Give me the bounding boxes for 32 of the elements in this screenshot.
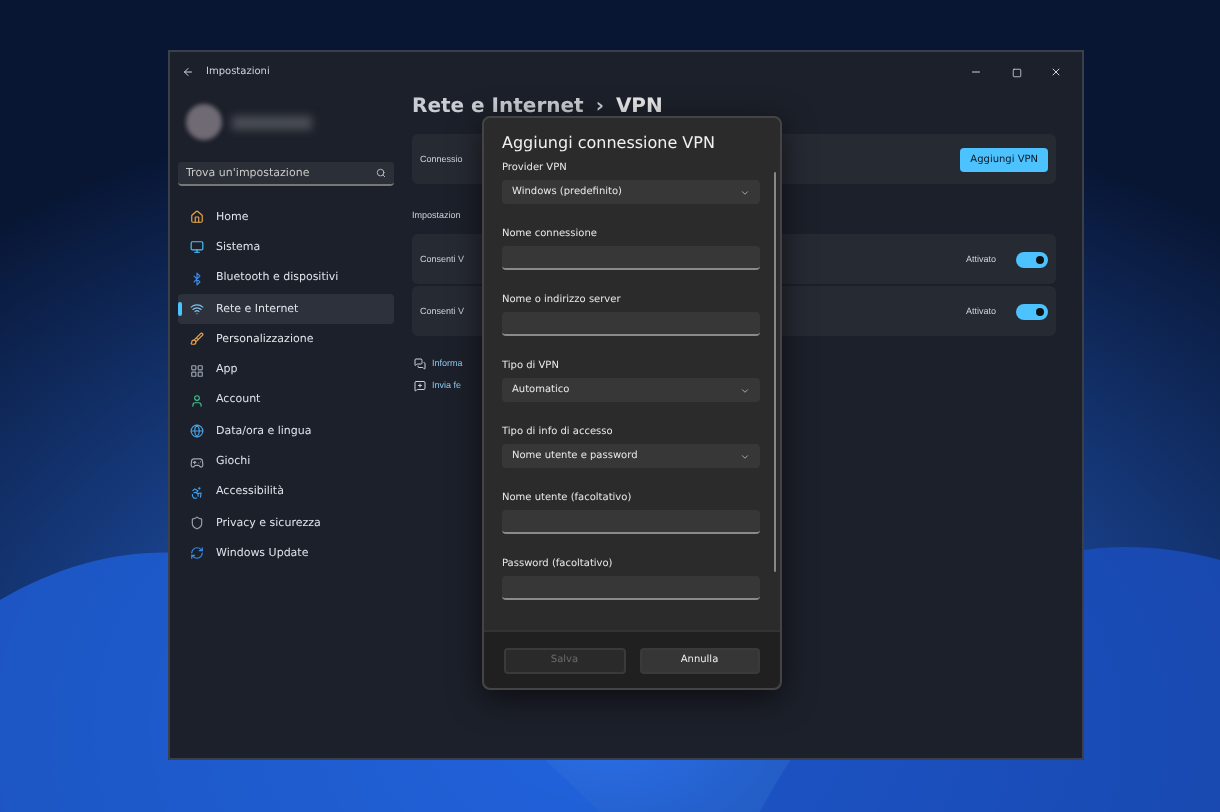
- chevron-icon: [740, 187, 750, 197]
- toggle-switch[interactable]: [1016, 303, 1048, 319]
- chevron-icon: [740, 451, 750, 461]
- update-icon: [190, 546, 204, 561]
- toggle-switch[interactable]: [1016, 251, 1048, 267]
- page-title: VPN: [615, 96, 663, 118]
- user-icon: [190, 393, 204, 408]
- blurred-profile-name: [232, 115, 312, 129]
- chat-icon: [414, 357, 426, 369]
- search-icon: [376, 168, 386, 178]
- shield-icon: [190, 516, 204, 531]
- avatar: [186, 104, 222, 140]
- breadcrumb-parent[interactable]: Rete e Internet: [412, 96, 584, 118]
- input-field[interactable]: [502, 576, 760, 600]
- gamepad-icon: [190, 455, 204, 470]
- input-field[interactable]: [502, 510, 760, 534]
- apps-grid-icon: [190, 363, 204, 378]
- chevron-icon: [740, 385, 750, 395]
- feedback-icon: [414, 379, 426, 391]
- scrollbar[interactable]: [773, 172, 776, 572]
- accessibility-icon: [190, 485, 204, 500]
- breadcrumb-separator: ›: [595, 96, 604, 118]
- input-field[interactable]: [502, 312, 760, 336]
- dialog-title: Aggiungi connessione VPN: [500, 132, 717, 156]
- bluetooth-icon: [190, 271, 204, 286]
- brush-icon: [190, 332, 204, 347]
- back-icon[interactable]: [182, 66, 194, 78]
- monitor-icon: [190, 240, 204, 255]
- globe-icon: [190, 424, 204, 439]
- input-field[interactable]: [502, 246, 760, 270]
- home-icon: [190, 210, 204, 225]
- wifi-icon: [190, 302, 204, 317]
